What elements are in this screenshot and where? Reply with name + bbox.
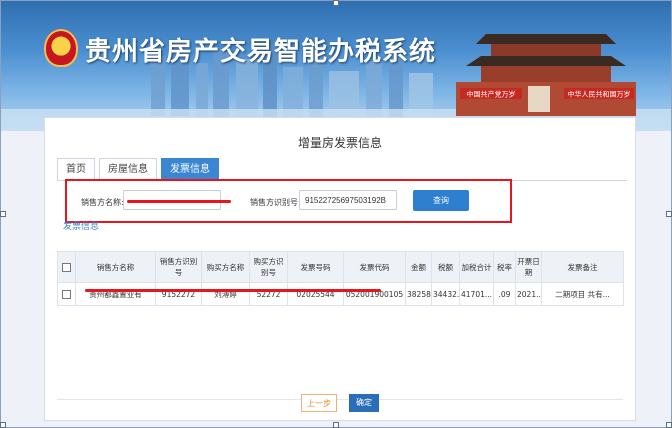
table-cell: 9152272 <box>155 282 202 306</box>
table-row[interactable]: 贵州都鑫置业有 9152272 刘溥婷 52272 02025544 05200… <box>57 282 624 306</box>
seller-tax-id-input[interactable] <box>299 190 397 210</box>
redaction-mark <box>85 289 381 292</box>
previous-step-button[interactable]: 上一步 <box>301 394 337 412</box>
tab-home[interactable]: 首页 <box>57 158 95 180</box>
column-header: 开票日期 <box>515 251 542 283</box>
column-header: 税额 <box>431 251 460 283</box>
national-emblem-logo <box>44 29 78 67</box>
system-title: 贵州省房产交易智能办税系统 <box>85 37 437 67</box>
header-banner: 贵州省房产交易智能办税系统 中国共产党万岁 中华人民共和国万岁 <box>1 1 671 131</box>
row-checkbox[interactable] <box>62 289 71 299</box>
banner-sign-left: 中国共产党万岁 <box>467 90 516 99</box>
resize-handle[interactable] <box>333 422 339 428</box>
column-header: 购买方名称 <box>201 251 250 283</box>
table-cell: 02025544 <box>287 282 344 306</box>
table-cell: 38258... <box>405 282 432 306</box>
resize-handle[interactable] <box>333 0 339 6</box>
table-header-row: 销售方名称 销售方识别号 购买方名称 购买方识别号 发票号码 发票代码 金额 税… <box>57 251 624 283</box>
column-header: 销售方识别号 <box>155 251 202 283</box>
column-header: 销售方名称 <box>75 251 156 283</box>
confirm-button[interactable]: 确定 <box>349 394 379 412</box>
select-all-checkbox[interactable] <box>62 263 71 272</box>
resize-handle[interactable] <box>0 422 6 428</box>
table-cell: 052001900105 <box>343 282 406 306</box>
table-cell: 41701... <box>459 282 494 306</box>
seller-tax-id-label: 销售方识别号: <box>250 198 301 207</box>
row-select-cell[interactable] <box>57 282 76 306</box>
resize-handle[interactable] <box>666 211 672 217</box>
banner-sign-right: 中华人民共和国万岁 <box>568 90 631 99</box>
search-button[interactable]: 查询 <box>413 190 469 211</box>
tab-invoice-info[interactable]: 发票信息 <box>161 158 219 180</box>
gate-tower-image: 中国共产党万岁 中华人民共和国万岁 <box>456 34 636 116</box>
tab-bar: 首页 房屋信息 发票信息 <box>57 158 223 180</box>
table-cell: 贵州都鑫置业有 <box>75 282 156 306</box>
redaction-mark <box>127 200 231 203</box>
column-header: 发票号码 <box>287 251 344 283</box>
invoice-panel: 增量房发票信息 首页 房屋信息 发票信息 销售方名称: 销售方识别号: 查询 发… <box>44 117 636 421</box>
page-title: 增量房发票信息 <box>297 136 382 150</box>
column-header: 发票代码 <box>343 251 406 283</box>
resize-handle[interactable] <box>0 211 6 217</box>
select-all-cell[interactable] <box>57 251 76 283</box>
seller-name-label: 销售方名称: <box>81 198 124 207</box>
column-header: 发票备注 <box>541 251 624 283</box>
table-cell: 52272 <box>249 282 288 306</box>
tab-house-info[interactable]: 房屋信息 <box>99 158 157 180</box>
column-header: 加税合计 <box>459 251 494 283</box>
invoice-table: 销售方名称 销售方识别号 购买方名称 购买方识别号 发票号码 发票代码 金额 税… <box>57 251 624 306</box>
table-cell: 二期项目 共有... <box>541 282 624 306</box>
resize-handle[interactable] <box>666 422 672 428</box>
column-header: 税率 <box>493 251 516 283</box>
column-header: 金额 <box>405 251 432 283</box>
table-cell: 刘溥婷 <box>201 282 250 306</box>
table-cell: 34432... <box>431 282 460 306</box>
footer-divider <box>57 399 623 400</box>
table-cell: .09 <box>493 282 516 306</box>
column-header: 购买方识别号 <box>249 251 288 283</box>
table-cell: 2021... <box>515 282 542 306</box>
invoice-info-link[interactable]: 发票信息 <box>63 219 99 232</box>
